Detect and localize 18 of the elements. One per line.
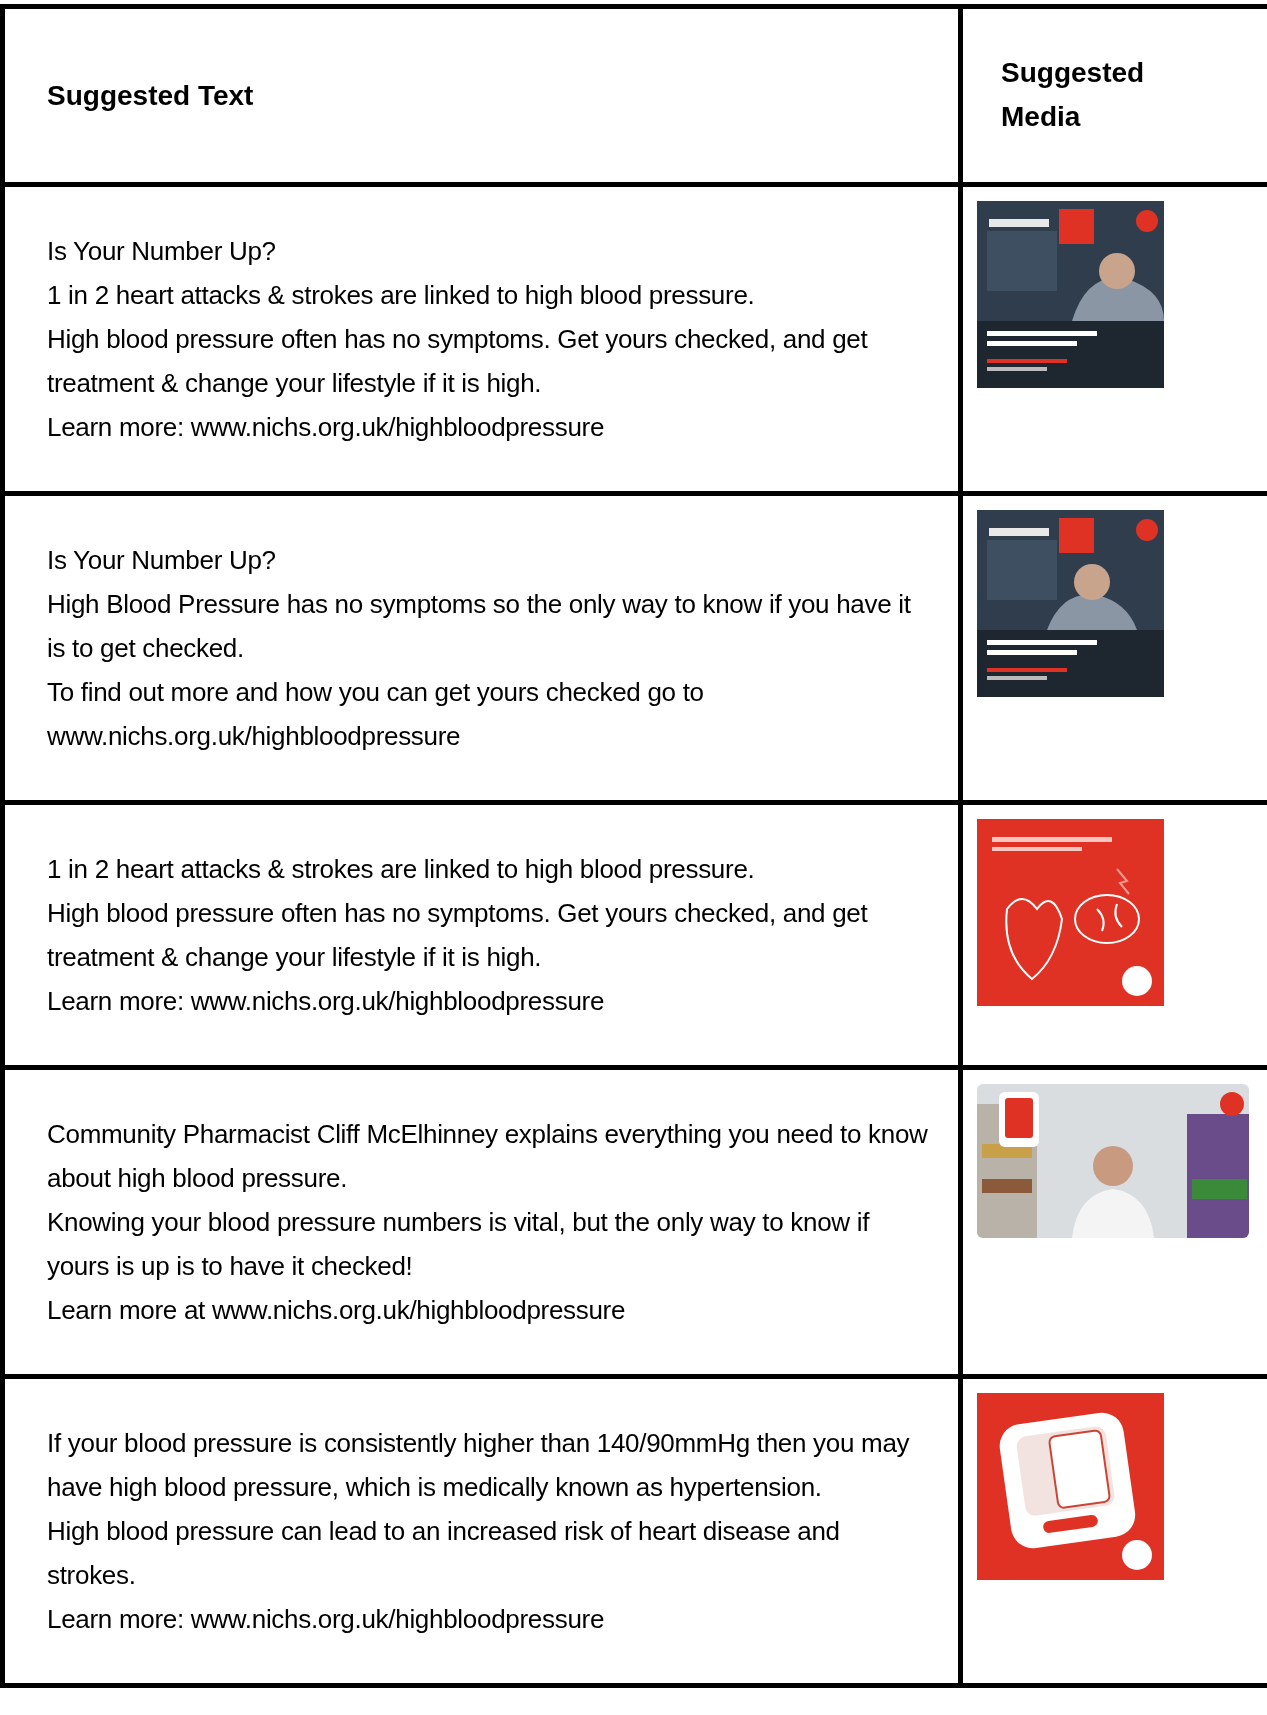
paragraph: Learn more: www.nichs.org.uk/highbloodpressure bbox=[47, 985, 606, 1018]
column-header: Suggested Media bbox=[1001, 56, 1145, 134]
paragraph: 1 in 2 heart attacks & strokes are linked to high blood pressure. bbox=[47, 279, 756, 312]
paragraph: If your blood pressure is consistently higher than 140/90mmHg then you may have high blood pressure, which is medically known as hypertension. bbox=[47, 1427, 911, 1504]
paragraph: Knowing your blood pressure numbers is vital, but the only way to know if yours is up is to have it checked! bbox=[47, 1206, 871, 1283]
column-header: Suggested Text bbox=[47, 78, 254, 113]
paragraph: High Blood Pressure has no symptoms so the only way to know if you have it is to get checked. bbox=[47, 588, 912, 665]
paragraph: Learn more: www.nichs.org.uk/highbloodpressure bbox=[47, 1603, 606, 1636]
paragraph: Is Your Number Up? bbox=[47, 544, 277, 577]
paragraph: High blood pressure often has no symptoms. Get yours checked, and get treatment & change your lifestyle if it is high. bbox=[47, 323, 869, 400]
paragraph: 1 in 2 heart attacks & strokes are linked to high blood pressure. bbox=[47, 853, 756, 886]
paragraph: To find out more and how you can get yours checked go to www.nichs.org.uk/highbloodpressure bbox=[47, 676, 705, 753]
paragraph: Is Your Number Up? bbox=[47, 235, 277, 268]
paragraph: Learn more at www.nichs.org.uk/highbloodpressure bbox=[47, 1294, 627, 1327]
paragraph: Community Pharmacist Cliff McElhinney explains everything you need to know about high blood pressure. bbox=[47, 1118, 928, 1195]
paragraph: High blood pressure can lead to an increased risk of heart disease and strokes. bbox=[47, 1515, 841, 1592]
paragraph: High blood pressure often has no symptoms. Get yours checked, and get treatment & change your lifestyle if it is high. bbox=[47, 897, 869, 974]
paragraph: Learn more: www.nichs.org.uk/highbloodpressure bbox=[47, 411, 606, 444]
